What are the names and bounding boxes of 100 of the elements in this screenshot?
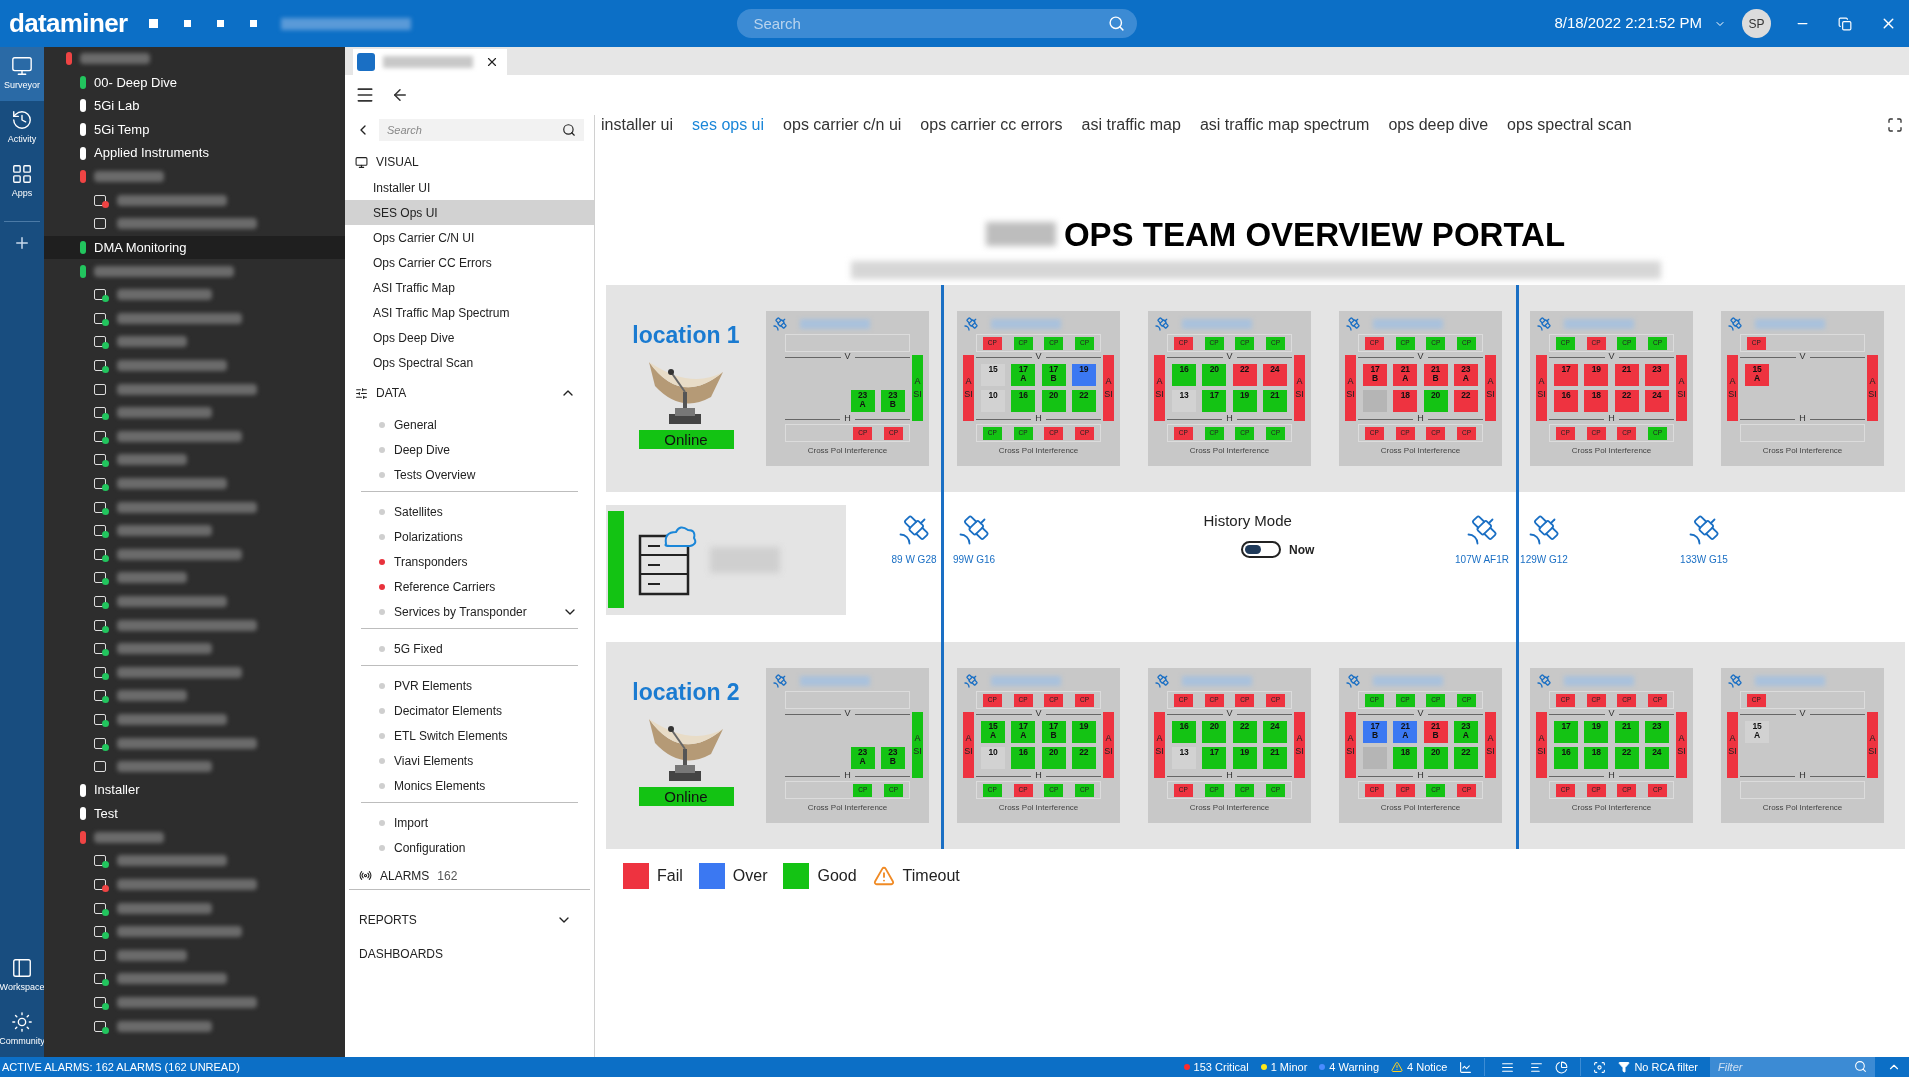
nav-item[interactable]: Configuration [361,835,578,860]
blurred-label [1182,676,1252,686]
location-title: location 1 [632,320,740,350]
nav-item[interactable]: Services by Transponder [361,599,578,624]
close-icon[interactable] [485,55,499,69]
page-tab[interactable]: installer ui [601,113,674,137]
nav-item[interactable]: ETL Switch Elements [361,723,578,748]
rail-button[interactable]: Surveyor [0,47,44,101]
polarization-label: V [1607,707,1616,721]
list-icon[interactable] [1501,1060,1515,1074]
back-icon[interactable] [391,86,409,104]
user-avatar[interactable]: SP [1742,9,1771,38]
section-title[interactable]: REPORTS [359,911,417,929]
satellite-icon [772,673,788,689]
nav-item[interactable]: Reference Carriers [361,574,578,599]
nav-item[interactable]: SES Ops UI [345,200,594,225]
square-icon[interactable] [184,20,192,27]
page-tab[interactable]: ses ops ui [692,113,765,137]
tree-item[interactable]: DMA Monitoring [44,235,345,260]
rail-button[interactable]: Apps [0,155,44,209]
nav-item[interactable]: Satellites [361,499,578,524]
search-field[interactable]: Search [379,119,584,141]
nav-item[interactable]: Import [361,810,578,835]
polarization-label: V [1034,707,1043,721]
menu-icon[interactable] [355,85,375,105]
transponder-cell: 21 [1262,390,1287,412]
transponder-cell: 24 [1262,364,1287,386]
card-tab[interactable] [353,49,507,75]
rail-button[interactable]: Workspace [0,949,44,1003]
page-tab[interactable]: ops deep dive [1388,113,1489,137]
add-icon[interactable] [13,234,31,252]
nav-item[interactable]: Deep Dive [361,437,578,462]
nav-item[interactable]: Ops Carrier C/N UI [345,225,594,250]
section-title[interactable]: DASHBOARDS [359,945,444,963]
nav-item[interactable]: PVR Elements [361,673,578,698]
page-tab[interactable]: ops carrier c/n ui [783,113,902,137]
transponder-cell: 23 B [880,390,905,412]
sort-icon[interactable] [1530,1060,1544,1074]
nav-item[interactable]: 5G Fixed [361,636,578,661]
panel-caption: Cross Pol Interference [1762,445,1843,457]
filter-field[interactable]: Filter [1710,1057,1875,1077]
panel-caption: Cross Pol Interference [807,802,888,814]
focus-icon[interactable] [1593,1060,1607,1074]
pie-chart-icon[interactable] [1555,1060,1569,1074]
alarm-count[interactable]: 1 Minor [1260,1058,1308,1076]
tree-item[interactable]: 5Gi Temp [44,117,345,142]
search-icon[interactable] [562,123,576,137]
fullscreen-icon[interactable] [1887,117,1903,133]
nav-item[interactable]: ASI Traffic Map [345,275,594,300]
polarization-label: H [1798,769,1807,783]
search-field[interactable]: Search [737,9,1138,38]
alarm-count[interactable]: 4 Warning [1319,1058,1380,1076]
page-tab[interactable]: ops carrier cc errors [920,113,1063,137]
square-icon[interactable] [250,20,258,27]
nav-item[interactable]: ASI Traffic Map Spectrum [345,300,594,325]
rca-filter[interactable]: No RCA filter [1618,1058,1698,1076]
nav-item[interactable]: Transponders [361,549,578,574]
dma-card[interactable] [606,504,846,615]
rail-button[interactable]: Activity [0,101,44,155]
nav-item[interactable]: Ops Spectral Scan [345,350,594,375]
nav-item[interactable]: Polarizations [361,524,578,549]
tree-item[interactable]: Installer [44,778,345,802]
nav-item[interactable]: Installer UI [345,175,594,200]
tree-item[interactable]: Applied Instruments [44,141,345,165]
page-tab[interactable]: ops spectral scan [1507,113,1632,137]
nav-item[interactable]: Decimator Elements [361,698,578,723]
nav-item[interactable]: General [361,412,578,437]
element-icon [94,761,106,773]
blurred-label [117,336,187,348]
polarization-label: H [843,412,852,426]
rail-button[interactable]: Community [0,1003,44,1057]
page-tab[interactable]: asi traffic map [1081,113,1181,137]
transponder-cell: 17 [1202,747,1227,769]
satellite-icon [1345,316,1361,332]
transponder-cell: 17 B [1363,721,1388,743]
nav-item[interactable]: Ops Carrier CC Errors [345,250,594,275]
tree-item[interactable]: Test [44,802,345,826]
tree-item[interactable]: 5Gi Lab [44,94,345,118]
page-tab[interactable]: asi traffic map spectrum [1199,113,1370,137]
transponder-cell: 17 [1202,390,1227,412]
nav-item[interactable]: Ops Deep Dive [345,325,594,350]
asi-bar: ASI [1103,712,1114,778]
nav-item[interactable]: Tests Overview [361,462,578,487]
transponder-cell: 16 [1011,747,1036,769]
transponder-cell: 21 B [1423,721,1448,743]
alarm-count[interactable]: 4 Notice [1391,1058,1448,1076]
transponder-cell: 23 B [880,747,905,769]
chart-icon[interactable] [1459,1060,1473,1074]
tree-item[interactable]: 00- Deep Dive [44,70,345,95]
alarm-count[interactable]: 153 Critical [1183,1058,1249,1076]
asi-bar: ASI [1536,712,1547,778]
nav-item[interactable]: Viavi Elements [361,748,578,773]
square-icon[interactable] [217,20,225,27]
polarization-label: H [1225,412,1234,426]
restore-icon[interactable] [1838,16,1852,31]
blurred-label [1373,676,1443,686]
square-icon[interactable] [149,19,159,28]
transponder-cell: 16 [1172,364,1197,386]
history-toggle[interactable] [1241,541,1281,558]
nav-item[interactable]: Monics Elements [361,773,578,798]
